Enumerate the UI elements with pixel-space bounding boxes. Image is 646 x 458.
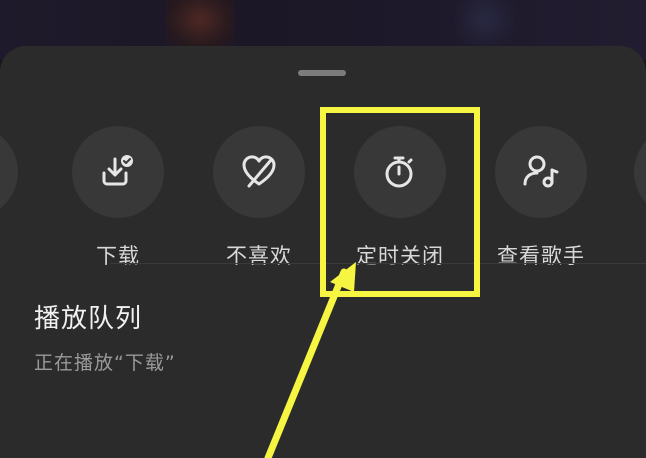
action-download[interactable]: 下载 bbox=[58, 126, 178, 270]
download-done-icon bbox=[102, 155, 133, 186]
action-more-button[interactable] bbox=[634, 126, 646, 218]
action-dislike[interactable]: 不喜欢 bbox=[199, 126, 319, 270]
action-download-label: 下载 bbox=[96, 244, 140, 268]
action-add-to-playlist[interactable]: 歌单 bbox=[0, 126, 32, 270]
action-more[interactable]: 查 bbox=[620, 126, 646, 270]
album-art-fragment bbox=[165, 0, 235, 50]
dislike-heart-icon bbox=[242, 155, 276, 188]
annotation-highlight-box bbox=[320, 107, 480, 297]
action-view-artist-label: 查看歌手 bbox=[497, 244, 585, 268]
sheet-drag-handle[interactable] bbox=[298, 70, 346, 76]
screen: 歌单 下载 bbox=[0, 0, 646, 458]
play-queue-title[interactable]: 播放队列 bbox=[34, 298, 142, 335]
play-queue-status: 正在播放“下载” bbox=[34, 352, 176, 374]
artist-icon bbox=[523, 155, 559, 188]
action-add-to-playlist-button[interactable] bbox=[0, 126, 18, 218]
background-art-fragment bbox=[455, 0, 515, 48]
action-view-artist[interactable]: 查看歌手 bbox=[481, 126, 601, 270]
action-download-button[interactable] bbox=[72, 126, 164, 218]
action-dislike-button[interactable] bbox=[213, 126, 305, 218]
action-dislike-label: 不喜欢 bbox=[226, 244, 292, 268]
action-view-artist-button[interactable] bbox=[495, 126, 587, 218]
